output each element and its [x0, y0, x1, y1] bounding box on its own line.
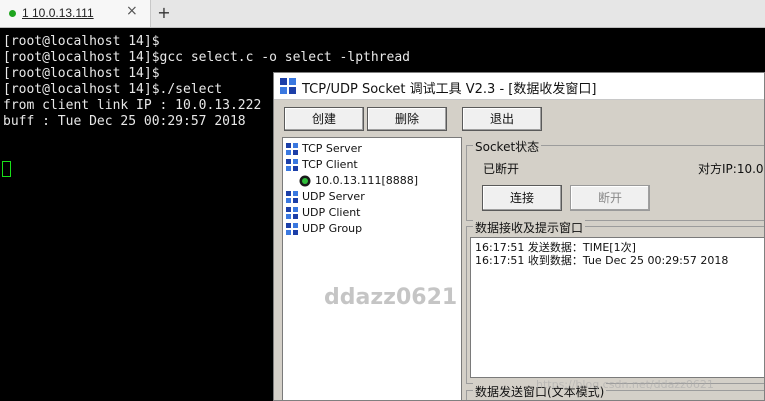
watermark-url: https://blog.csdn.net/ddazz0621 [536, 378, 714, 391]
delete-button[interactable]: 删除 [367, 107, 447, 131]
terminal-line: [root@localhost 14]$ [3, 66, 160, 81]
connect-button[interactable]: 连接 [482, 185, 562, 211]
tree-item-label: UDP Server [302, 190, 365, 203]
network-icon [286, 191, 298, 203]
peer-ip-label: 对方IP:10.0.1 [698, 162, 764, 176]
tree-item-label: 10.0.13.111[8888] [315, 174, 419, 187]
app-icon [280, 78, 296, 94]
close-icon[interactable]: × [126, 3, 138, 19]
plus-icon: + [157, 3, 171, 22]
group-title: Socket状态 [473, 138, 542, 155]
connection-state: 已断开 [483, 162, 520, 176]
receive-line: 16:17:51 收到数据：Tue Dec 25 00:29:57 2018 [475, 254, 729, 267]
terminal-line: [root@localhost 14]$./select [3, 82, 223, 97]
tab-label: 1 10.0.13.111 [22, 6, 94, 20]
network-icon [286, 143, 298, 155]
terminal-line: [root@localhost 14]$ [3, 34, 160, 49]
network-icon [286, 159, 298, 171]
window-titlebar[interactable]: TCP/UDP Socket 调试工具 V2.3 - [数据收发窗口] [274, 73, 764, 100]
network-icon [286, 207, 298, 219]
tab-bar: 1 10.0.13.111 × + [0, 0, 765, 28]
terminal-line: [root@localhost 14]$gcc select.c -o sele… [3, 50, 410, 65]
watermark: ddazz0621 [324, 285, 458, 310]
tab-session[interactable]: 1 10.0.13.111 × [0, 0, 151, 27]
network-icon [286, 223, 298, 235]
disconnect-button[interactable]: 断开 [570, 185, 650, 211]
connection-status-icon [9, 10, 16, 17]
receive-textarea[interactable]: 16:17:51 发送数据：TIME[1次] 16:17:51 收到数据：Tue… [470, 237, 764, 378]
create-button[interactable]: 创建 [284, 107, 364, 131]
send-group: 数据发送窗口(文本模式) [466, 383, 764, 400]
terminal-cursor [2, 161, 11, 177]
tree-item-label: TCP Client [302, 158, 358, 171]
exit-button[interactable]: 退出 [462, 107, 542, 131]
window-title: TCP/UDP Socket 调试工具 V2.3 - [数据收发窗口] [302, 82, 597, 97]
group-title: 数据接收及提示窗口 [473, 219, 586, 236]
terminal-line: buff : Tue Dec 25 00:29:57 2018 [3, 114, 246, 129]
terminal-line: from client link IP : 10.0.13.222 [3, 98, 262, 113]
socket-tool-window: TCP/UDP Socket 调试工具 V2.3 - [数据收发窗口] 创建 删… [273, 72, 765, 401]
connection-tree[interactable]: TCP Server TCP Client 10.0.13.111[8888] … [282, 137, 462, 400]
tree-item-label: UDP Group [302, 222, 363, 235]
tree-item-label: UDP Client [302, 206, 361, 219]
tree-item-label: TCP Server [302, 142, 362, 155]
connection-node-icon [299, 175, 311, 187]
new-tab-button[interactable]: + [152, 0, 176, 27]
